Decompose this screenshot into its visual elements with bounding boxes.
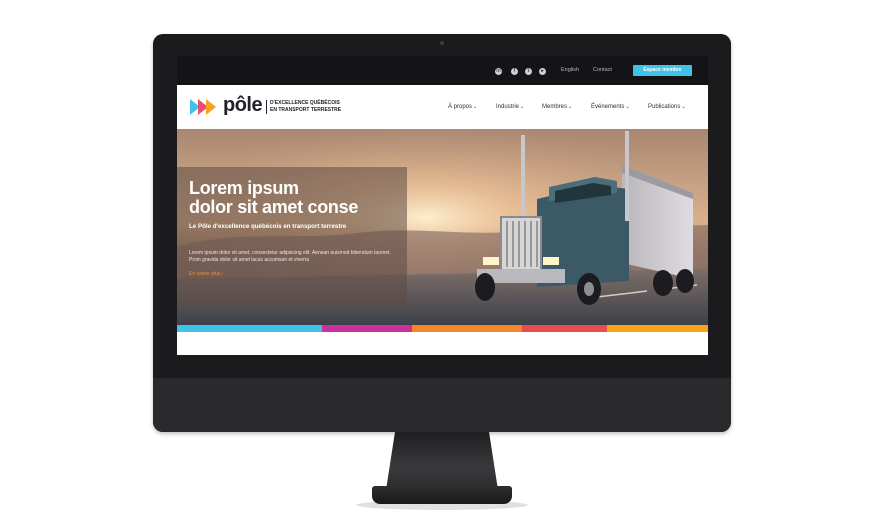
chevron-down-icon: ⌄ — [473, 104, 478, 110]
strip-orange — [412, 325, 522, 332]
nav-item-publications[interactable]: Publications⌄ — [648, 104, 686, 110]
nav-item-membres[interactable]: Membres⌄ — [542, 104, 572, 110]
logo-tagline-line2: EN TRANSPORT TERRESTRE — [270, 106, 342, 113]
nav-label: Événements — [591, 104, 625, 110]
main-navbar: pôle D'EXCELLENCE QUÉBÉCOIS EN TRANSPORT… — [177, 85, 708, 129]
chevron-down-icon: ⌄ — [568, 104, 573, 110]
monitor-chin — [153, 378, 731, 432]
utility-bar: in f t ▸ English Contact Espace membre — [177, 56, 708, 85]
hero-banner: Lorem ipsum dolor sit amet conse Le Pôle… — [177, 129, 708, 325]
hero-title-line2: dolor sit amet conse — [189, 197, 359, 217]
strip-cyan — [177, 325, 322, 332]
hero-body-text: Lorem ipsum dolor sit amet, consectetur … — [189, 250, 391, 263]
nav-label: Industrie — [496, 104, 520, 110]
logo-tagline-line1: D'EXCELLENCE QUÉBÉCOIS — [270, 100, 340, 106]
contact-link[interactable]: Contact — [593, 67, 612, 73]
strip-red — [522, 325, 607, 332]
logo-tagline: D'EXCELLENCE QUÉBÉCOIS EN TRANSPORT TERR… — [270, 100, 341, 113]
brand-color-strip — [177, 325, 708, 332]
hero-subtitle: Le Pôle d'excellence québécois en transp… — [189, 223, 347, 230]
hero-title-line1: Lorem ipsum — [189, 178, 299, 198]
strip-amber — [607, 325, 708, 332]
nav-item-industrie[interactable]: Industrie⌄ — [496, 104, 524, 110]
webcam — [440, 41, 444, 45]
nav-item-evenements[interactable]: Événements⌄ — [591, 104, 630, 110]
monitor-stand-neck — [386, 432, 498, 490]
nav-item-a-propos[interactable]: À propos⌄ — [448, 104, 477, 110]
member-space-button[interactable]: Espace membre — [633, 65, 692, 76]
chevron-down-icon: ⌄ — [681, 104, 686, 110]
learn-more-link[interactable]: En savoir plus › — [189, 271, 223, 277]
facebook-icon[interactable]: f — [511, 68, 518, 75]
linkedin-icon[interactable]: in — [495, 68, 502, 75]
hero-title: Lorem ipsum dolor sit amet conse — [189, 179, 358, 217]
monitor-stand-base — [372, 486, 512, 504]
chevron-down-icon: ⌄ — [520, 104, 525, 110]
website-screen: in f t ▸ English Contact Espace membre p… — [177, 56, 708, 355]
strip-magenta — [322, 325, 412, 332]
logo-wordmark[interactable]: pôle — [223, 94, 263, 117]
nav-label: À propos — [448, 104, 473, 110]
nav-label: Publications — [648, 104, 681, 110]
youtube-icon[interactable]: ▸ — [539, 68, 546, 75]
language-link[interactable]: English — [561, 67, 579, 73]
chevron-down-icon: ⌄ — [625, 104, 630, 110]
logo-divider — [266, 100, 267, 114]
pole-logo-icon[interactable] — [190, 99, 220, 115]
nav-label: Membres — [542, 104, 568, 110]
twitter-icon[interactable]: t — [525, 68, 532, 75]
